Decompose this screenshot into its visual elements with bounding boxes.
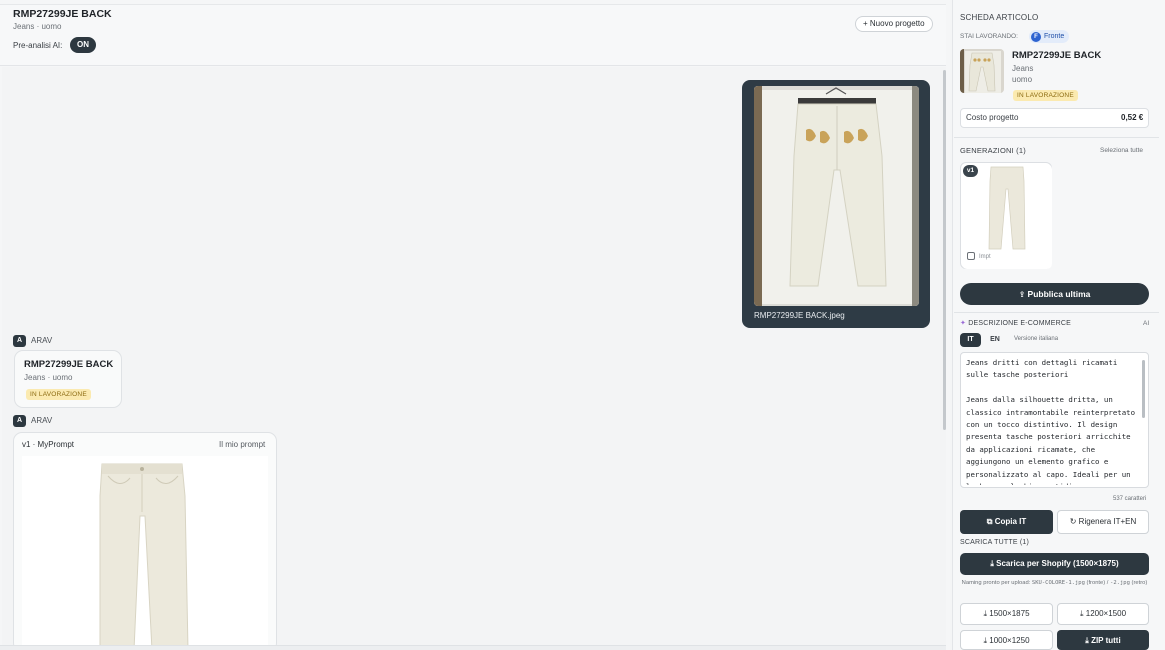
naming-hint: Naming pronto per upload: SKU-COLORE-1.j… bbox=[960, 579, 1149, 589]
article-thumbnail bbox=[960, 49, 1004, 93]
article-card-subtitle: Jeans · uomo bbox=[24, 373, 73, 382]
size-label: 1200×1500 bbox=[1085, 609, 1127, 618]
zip-all-button[interactable]: ⤓ ZIP tutti bbox=[1057, 630, 1149, 650]
pre-analysis-toggle[interactable]: ON bbox=[70, 37, 96, 53]
publish-latest-label: Pubblica ultima bbox=[1027, 289, 1091, 299]
description-section-label: ✦ DESCRIZIONE E-COMMERCE bbox=[960, 319, 1071, 327]
author-avatar: A bbox=[13, 335, 26, 347]
lang-tab-en[interactable]: EN bbox=[987, 333, 1003, 347]
project-cost-label: Costo progetto bbox=[966, 113, 1019, 122]
copy-icon: ⧉ bbox=[986, 517, 995, 526]
description-text[interactable]: Jeans dritti con dettagli ricamati sulle… bbox=[966, 357, 1138, 485]
view-badge-front[interactable]: F Fronte bbox=[1029, 30, 1070, 43]
article-card-title: RMP27299JE BACK bbox=[24, 359, 114, 370]
naming-suffix: (retro) bbox=[1129, 580, 1148, 586]
generation-select-checkbox[interactable] bbox=[967, 252, 975, 260]
zip-all-label: ZIP tutti bbox=[1091, 636, 1121, 645]
size-label: 1000×1250 bbox=[989, 636, 1030, 645]
generation-title: v1 · MyPrompt bbox=[22, 440, 75, 449]
article-gender: uomo bbox=[1012, 75, 1033, 84]
divider bbox=[954, 312, 1159, 313]
project-subtitle: Jeans · uomo bbox=[13, 22, 62, 31]
generation-version-badge: v1 bbox=[963, 165, 978, 177]
download-shopify-button[interactable]: ⤓ Scarica per Shopify (1500×1875) bbox=[960, 553, 1149, 575]
view-badge-label: Fronte bbox=[1044, 33, 1065, 40]
generation-prompt-tag: Il mio prompt bbox=[219, 440, 266, 449]
app-root: RMP27299JE BACK Jeans · uomo Pre-analisi… bbox=[0, 0, 1165, 650]
ai-label: AI bbox=[1143, 320, 1150, 327]
lang-version-label: Versione italiana bbox=[1014, 336, 1059, 342]
article-category: Jeans bbox=[1012, 64, 1034, 73]
publish-latest-button[interactable]: ⇪ Pubblica ultima bbox=[960, 283, 1149, 305]
naming-mid: (fronte) / bbox=[1084, 580, 1111, 586]
view-badge-initial: F bbox=[1031, 31, 1041, 42]
jeans-back-photo-icon bbox=[754, 86, 919, 306]
main-bottom-bar bbox=[0, 645, 946, 650]
download-1000-button[interactable]: ⤓ 1000×1250 bbox=[960, 630, 1053, 650]
refresh-icon: ↻ bbox=[1069, 517, 1079, 526]
copy-it-button[interactable]: ⧉ Copia IT bbox=[960, 510, 1053, 534]
divider bbox=[954, 137, 1159, 138]
select-all-link[interactable]: Seleziona tutte bbox=[1100, 147, 1143, 154]
size-label: 1500×1875 bbox=[989, 609, 1030, 618]
generations-label: GENERAZIONI (1) bbox=[960, 146, 1026, 155]
copy-it-label: Copia IT bbox=[994, 517, 1027, 526]
generation-checkbox-label: Impt bbox=[979, 254, 991, 260]
regenerate-button[interactable]: ↻ Rigenera IT+EN bbox=[1057, 510, 1149, 534]
jeans-thumbnail-icon bbox=[960, 49, 1004, 93]
uploaded-jeans-photo[interactable] bbox=[754, 86, 919, 306]
naming-prefix: Naming pronto per upload: bbox=[961, 580, 1032, 586]
author-avatar: A bbox=[13, 415, 26, 427]
author-name: ARAV bbox=[31, 416, 53, 425]
project-header bbox=[0, 4, 946, 66]
upload-icon: ⇪ bbox=[1018, 290, 1028, 299]
project-cost-value: 0,52 € bbox=[1121, 113, 1144, 122]
working-on-label: STAI LAVORANDO: bbox=[960, 33, 1018, 40]
regenerate-label: Rigenera IT+EN bbox=[1078, 517, 1137, 526]
download-1200-button[interactable]: ⤓ 1200×1500 bbox=[1057, 603, 1149, 625]
download-shopify-label: Scarica per Shopify (1500×1875) bbox=[996, 559, 1119, 568]
project-title: RMP27299JE BACK bbox=[13, 8, 112, 20]
char-count: 537 caratteri bbox=[1113, 496, 1147, 502]
sidebar-title: SCHEDA ARTICOLO bbox=[960, 13, 1039, 22]
generated-jeans-image[interactable] bbox=[22, 456, 268, 650]
lang-tab-it[interactable]: IT bbox=[960, 333, 981, 347]
download-all-label: SCARICA TUTTE (1) bbox=[960, 539, 1030, 546]
article-title: RMP27299JE BACK bbox=[1012, 50, 1102, 61]
naming-code-2: -2.jpg bbox=[1110, 580, 1130, 586]
chat-scrollbar-thumb[interactable] bbox=[943, 70, 946, 430]
download-1500-button[interactable]: ⤓ 1500×1875 bbox=[960, 603, 1053, 625]
new-project-button[interactable]: + Nuovo progetto bbox=[855, 16, 933, 32]
article-status-badge: IN LAVORAZIONE bbox=[1013, 90, 1078, 101]
pre-analysis-label: Pre-analisi AI: bbox=[13, 41, 63, 50]
description-scrollbar[interactable] bbox=[1142, 360, 1145, 418]
status-badge: IN LAVORAZIONE bbox=[26, 389, 91, 400]
description-label-text: DESCRIZIONE E-COMMERCE bbox=[968, 320, 1072, 327]
jeans-front-generated-icon bbox=[22, 456, 268, 650]
sparkle-icon: ✦ bbox=[960, 320, 969, 327]
author-name: ARAV bbox=[31, 336, 53, 345]
naming-code-1: SKU-COLORE-1.jpg bbox=[1031, 580, 1085, 586]
uploaded-image-caption: RMP27299JE BACK.jpeg bbox=[754, 311, 845, 320]
